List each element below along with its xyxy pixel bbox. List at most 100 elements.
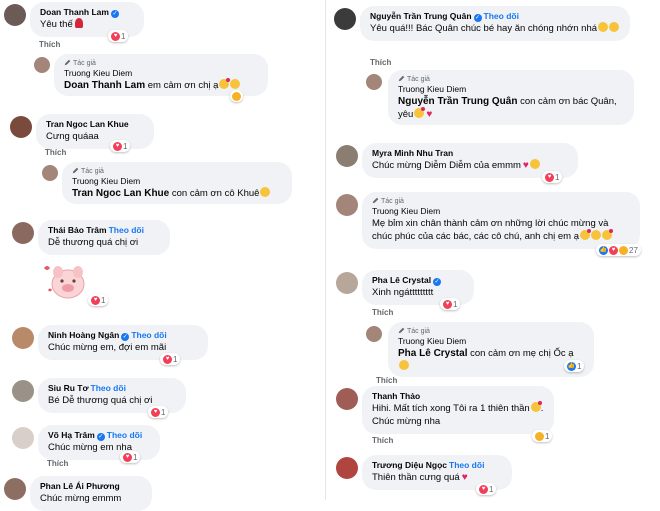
avatar[interactable]	[42, 165, 58, 181]
avatar[interactable]	[336, 388, 358, 410]
comment-bubble: Thanh Thảo Hihi. Mất tích xong Tôi ra 1 …	[362, 386, 554, 434]
avatar[interactable]	[34, 57, 50, 73]
comment-bubble: Phan Lê Ái Phương Chúc mừng emmm	[30, 476, 152, 511]
avatar[interactable]	[4, 4, 26, 26]
commenter-name[interactable]: Phan Lê Ái Phương	[40, 481, 120, 491]
commenter-name[interactable]: Truong Kieu Diem	[72, 176, 282, 187]
like-button[interactable]: Thích	[45, 148, 66, 157]
comment-text: Chúc mừng Diễm Diễm của emmm	[372, 160, 521, 171]
pencil-icon	[372, 197, 379, 204]
mentioned-user[interactable]: Doan Thanh Lam	[64, 80, 145, 91]
comment-text: Chúc mừng emmm	[40, 493, 122, 504]
avatar[interactable]	[366, 74, 382, 90]
reaction-count[interactable]: ♥ 1	[148, 406, 169, 418]
reaction-count[interactable]: ♥ 1	[160, 353, 181, 365]
reaction-count[interactable]: 1	[532, 430, 553, 442]
avatar[interactable]	[12, 380, 34, 402]
verified-badge-icon: ✓	[110, 10, 119, 18]
reaction-count[interactable]: 👍 1	[564, 360, 585, 372]
pencil-icon	[398, 327, 405, 334]
comment-text: Chúc mừng em, đợi em mãi	[48, 342, 167, 353]
reaction-count[interactable]: ♥ 1	[542, 171, 563, 183]
heart-reaction-icon: ♥	[91, 295, 100, 305]
avatar[interactable]	[12, 427, 34, 449]
avatar[interactable]	[336, 272, 358, 294]
verified-badge-icon: ✓	[96, 433, 105, 441]
like-button[interactable]: Thích	[372, 308, 393, 317]
avatar[interactable]	[336, 194, 358, 216]
follow-button[interactable]: Theo dõi	[91, 383, 126, 393]
like-button[interactable]: Thích	[370, 58, 391, 67]
verified-badge-icon: ✓	[433, 278, 442, 286]
follow-button[interactable]: Theo dõi	[449, 460, 484, 470]
comment-bubble: Võ Hạ Trâm ✓ Theo dõi Chúc mừng em nha	[38, 425, 160, 460]
commenter-name[interactable]: Trương Diệu Ngọc	[372, 460, 447, 470]
avatar[interactable]	[336, 457, 358, 479]
avatar[interactable]	[334, 8, 356, 30]
mentioned-user[interactable]: Nguyễn Trần Trung Quân	[398, 96, 517, 107]
reaction-count[interactable]: ♥ 1	[440, 298, 461, 310]
avatar[interactable]	[366, 326, 382, 342]
commenter-name[interactable]: Thanh Thảo	[372, 391, 420, 401]
pencil-icon	[398, 75, 405, 82]
rose-emoji-icon	[74, 18, 83, 28]
haha-reaction-icon	[619, 245, 628, 255]
comment-bubble: Tran Ngoc Lan Khue Cưng quáaa	[36, 114, 154, 149]
comment-bubble: Tác giả Truong Kieu Diem Tran Ngoc Lan K…	[62, 162, 292, 204]
reaction-count[interactable]	[230, 90, 243, 102]
smile-emoji-icon	[591, 230, 602, 240]
smile-emoji-icon	[399, 360, 409, 370]
smiling-hearts-emoji-icon	[414, 107, 426, 118]
commenter-name[interactable]: Nguyễn Trần Trung Quân	[370, 11, 472, 21]
commenter-name[interactable]: Doan Thanh Lam	[40, 7, 109, 17]
comment-text: Mẹ bỉm xin chân thành cảm ơn những lời c…	[372, 218, 609, 242]
heart-reaction-icon: ♥	[123, 452, 132, 462]
smiling-hearts-emoji-icon	[219, 78, 231, 89]
author-tag: Tác giả	[398, 327, 584, 336]
mentioned-user[interactable]: Pha Lê Crystal	[398, 348, 467, 359]
author-tag: Tác giả	[398, 75, 624, 84]
avatar[interactable]	[12, 222, 34, 244]
follow-button[interactable]: Theo dõi	[107, 430, 142, 440]
comment-text: con cảm ơn mẹ chị Ốc ạ	[470, 348, 574, 359]
comment-text: Dễ thương quá chị ơi	[48, 237, 139, 248]
commenter-name[interactable]: Tran Ngoc Lan Khue	[46, 119, 129, 129]
smiling-hearts-emoji-icon	[602, 229, 614, 240]
follow-button[interactable]: Theo dõi	[131, 330, 166, 340]
avatar[interactable]	[336, 145, 358, 167]
verified-badge-icon: ✓	[473, 14, 482, 22]
commenter-name[interactable]: Truong Kieu Diem	[398, 84, 624, 95]
commenter-name[interactable]: Thái Bảo Trâm	[48, 225, 107, 235]
commenter-name[interactable]: Võ Hạ Trâm	[48, 430, 95, 440]
reaction-count[interactable]: ♥ 1	[476, 483, 497, 495]
reaction-count[interactable]: ♥ 1	[120, 451, 141, 463]
like-button[interactable]: Thích	[376, 376, 397, 385]
commenter-name[interactable]: Ninh Hoàng Ngân	[48, 330, 119, 340]
commenter-name[interactable]: Truong Kieu Diem	[398, 336, 584, 347]
commenter-name[interactable]: Siu Ru Tơ	[48, 383, 89, 393]
reaction-count[interactable]: ♥ 1	[108, 30, 129, 42]
right-comment-column: Nguyễn Trần Trung Quân ✓ Theo dõi Yêu quá!…	[330, 0, 650, 500]
mentioned-user[interactable]: Tran Ngoc Lan Khue	[72, 188, 169, 199]
like-reaction-icon: 👍	[599, 245, 608, 255]
comment-bubble: Nguyễn Trần Trung Quân ✓ Theo dõi Yêu quá!…	[360, 6, 630, 41]
verified-badge-icon: ✓	[121, 333, 130, 341]
reaction-count[interactable]: 👍 ♥ 27	[596, 244, 641, 256]
avatar[interactable]	[4, 478, 26, 500]
like-button[interactable]: Thích	[372, 436, 393, 445]
commenter-name[interactable]: Pha Lê Crystal	[372, 275, 431, 285]
heart-reaction-icon: ♥	[163, 354, 172, 364]
avatar[interactable]	[10, 116, 32, 138]
reaction-count[interactable]: ♥ 1	[88, 294, 109, 306]
like-button[interactable]: Thích	[39, 40, 60, 49]
heart-reaction-icon: ♥	[545, 172, 554, 182]
follow-button[interactable]: Theo dõi	[109, 225, 144, 235]
avatar[interactable]	[12, 327, 34, 349]
follow-button[interactable]: Theo dõi	[484, 11, 519, 21]
heart-reaction-icon: ♥	[113, 141, 122, 151]
heart-reaction-icon: ♥	[151, 407, 160, 417]
like-button[interactable]: Thích	[47, 459, 68, 468]
commenter-name[interactable]: Myra Minh Nhu Tran	[372, 148, 453, 158]
commenter-name[interactable]: Truong Kieu Diem	[372, 206, 630, 217]
reaction-count[interactable]: ♥ 1	[110, 140, 131, 152]
